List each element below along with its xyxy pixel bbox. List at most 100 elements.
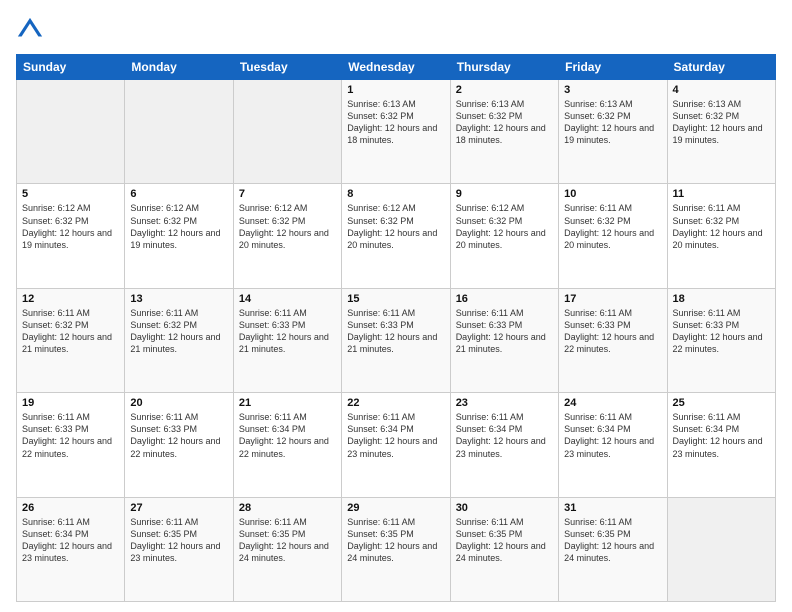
- cell-content: Sunrise: 6:11 AM Sunset: 6:33 PM Dayligh…: [22, 411, 119, 460]
- cell-content: Sunrise: 6:11 AM Sunset: 6:33 PM Dayligh…: [130, 411, 227, 460]
- calendar-cell: 14 Sunrise: 6:11 AM Sunset: 6:33 PM Dayli…: [233, 288, 341, 392]
- cell-content: Sunrise: 6:11 AM Sunset: 6:33 PM Dayligh…: [564, 307, 661, 356]
- calendar-day-header: Friday: [559, 55, 667, 80]
- day-number: 29: [347, 502, 444, 514]
- cell-content: Sunrise: 6:11 AM Sunset: 6:34 PM Dayligh…: [564, 411, 661, 460]
- calendar-cell: 30 Sunrise: 6:11 AM Sunset: 6:35 PM Dayli…: [450, 497, 558, 601]
- cell-content: Sunrise: 6:11 AM Sunset: 6:33 PM Dayligh…: [673, 307, 770, 356]
- cell-content: Sunrise: 6:11 AM Sunset: 6:35 PM Dayligh…: [130, 516, 227, 565]
- cell-content: Sunrise: 6:11 AM Sunset: 6:34 PM Dayligh…: [456, 411, 553, 460]
- day-number: 10: [564, 188, 661, 200]
- cell-content: Sunrise: 6:11 AM Sunset: 6:34 PM Dayligh…: [673, 411, 770, 460]
- day-number: 7: [239, 188, 336, 200]
- day-number: 21: [239, 397, 336, 409]
- day-number: 26: [22, 502, 119, 514]
- day-number: 12: [22, 293, 119, 305]
- calendar-cell: 8Sunrise: 6:12 AM Sunset: 6:32 PM Daylig…: [342, 184, 450, 288]
- calendar-week-row: 1 Sunrise: 6:13 AM Sunset: 6:32 PM Daylig…: [17, 80, 776, 184]
- cell-content: Sunrise: 6:12 AM Sunset: 6:32 PM Dayligh…: [456, 202, 553, 251]
- calendar-cell: 15Sunrise: 6:11 AM Sunset: 6:33 PM Dayli…: [342, 288, 450, 392]
- cell-content: Sunrise: 6:13 AM Sunset: 6:32 PM Dayligh…: [347, 98, 444, 147]
- day-number: 14: [239, 293, 336, 305]
- calendar-cell: 19 Sunrise: 6:11 AM Sunset: 6:33 PM Dayli…: [17, 393, 125, 497]
- day-number: 16: [456, 293, 553, 305]
- day-number: 17: [564, 293, 661, 305]
- cell-content: Sunrise: 6:11 AM Sunset: 6:35 PM Dayligh…: [564, 516, 661, 565]
- calendar-cell: 26Sunrise: 6:11 AM Sunset: 6:34 PM Dayli…: [17, 497, 125, 601]
- cell-content: Sunrise: 6:11 AM Sunset: 6:33 PM Dayligh…: [239, 307, 336, 356]
- cell-content: Sunrise: 6:11 AM Sunset: 6:33 PM Dayligh…: [456, 307, 553, 356]
- day-number: 4: [673, 84, 770, 96]
- calendar-cell: 28 Sunrise: 6:11 AM Sunset: 6:35 PM Dayli…: [233, 497, 341, 601]
- calendar-table: SundayMondayTuesdayWednesdayThursdayFrid…: [16, 54, 776, 602]
- cell-content: Sunrise: 6:11 AM Sunset: 6:32 PM Dayligh…: [564, 202, 661, 251]
- logo-icon: [16, 16, 44, 44]
- calendar-cell: 22 Sunrise: 6:11 AM Sunset: 6:34 PM Dayli…: [342, 393, 450, 497]
- calendar-cell: [667, 497, 775, 601]
- day-number: 15: [347, 293, 444, 305]
- day-number: 31: [564, 502, 661, 514]
- calendar-day-header: Sunday: [17, 55, 125, 80]
- calendar-cell: 16 Sunrise: 6:11 AM Sunset: 6:33 PM Dayli…: [450, 288, 558, 392]
- cell-content: Sunrise: 6:11 AM Sunset: 6:32 PM Dayligh…: [22, 307, 119, 356]
- logo: [16, 16, 48, 44]
- calendar-cell: 6 Sunrise: 6:12 AM Sunset: 6:32 PM Daylig…: [125, 184, 233, 288]
- day-number: 8: [347, 188, 444, 200]
- day-number: 20: [130, 397, 227, 409]
- calendar-cell: 23Sunrise: 6:11 AM Sunset: 6:34 PM Dayli…: [450, 393, 558, 497]
- day-number: 25: [673, 397, 770, 409]
- calendar-cell: 27 Sunrise: 6:11 AM Sunset: 6:35 PM Dayli…: [125, 497, 233, 601]
- day-number: 6: [130, 188, 227, 200]
- day-number: 9: [456, 188, 553, 200]
- day-number: 27: [130, 502, 227, 514]
- calendar-cell: [17, 80, 125, 184]
- cell-content: Sunrise: 6:11 AM Sunset: 6:35 PM Dayligh…: [239, 516, 336, 565]
- calendar-cell: 21 Sunrise: 6:11 AM Sunset: 6:34 PM Dayli…: [233, 393, 341, 497]
- day-number: 22: [347, 397, 444, 409]
- calendar-cell: 7 Sunrise: 6:12 AM Sunset: 6:32 PM Daylig…: [233, 184, 341, 288]
- cell-content: Sunrise: 6:12 AM Sunset: 6:32 PM Dayligh…: [130, 202, 227, 251]
- page: SundayMondayTuesdayWednesdayThursdayFrid…: [0, 0, 792, 612]
- day-number: 13: [130, 293, 227, 305]
- calendar-day-header: Tuesday: [233, 55, 341, 80]
- day-number: 24: [564, 397, 661, 409]
- day-number: 2: [456, 84, 553, 96]
- calendar-cell: 2 Sunrise: 6:13 AM Sunset: 6:32 PM Daylig…: [450, 80, 558, 184]
- calendar-cell: 4 Sunrise: 6:13 AM Sunset: 6:32 PM Daylig…: [667, 80, 775, 184]
- calendar-cell: 5 Sunrise: 6:12 AM Sunset: 6:32 PM Daylig…: [17, 184, 125, 288]
- day-number: 19: [22, 397, 119, 409]
- cell-content: Sunrise: 6:13 AM Sunset: 6:32 PM Dayligh…: [564, 98, 661, 147]
- calendar-week-row: 19 Sunrise: 6:11 AM Sunset: 6:33 PM Dayli…: [17, 393, 776, 497]
- day-number: 5: [22, 188, 119, 200]
- calendar-day-header: Monday: [125, 55, 233, 80]
- cell-content: Sunrise: 6:13 AM Sunset: 6:32 PM Dayligh…: [673, 98, 770, 147]
- day-number: 18: [673, 293, 770, 305]
- calendar-cell: 11Sunrise: 6:11 AM Sunset: 6:32 PM Dayli…: [667, 184, 775, 288]
- cell-content: Sunrise: 6:12 AM Sunset: 6:32 PM Dayligh…: [22, 202, 119, 251]
- day-number: 1: [347, 84, 444, 96]
- cell-content: Sunrise: 6:11 AM Sunset: 6:35 PM Dayligh…: [347, 516, 444, 565]
- cell-content: Sunrise: 6:12 AM Sunset: 6:32 PM Dayligh…: [239, 202, 336, 251]
- cell-content: Sunrise: 6:11 AM Sunset: 6:34 PM Dayligh…: [347, 411, 444, 460]
- day-number: 28: [239, 502, 336, 514]
- day-number: 30: [456, 502, 553, 514]
- calendar-cell: 24 Sunrise: 6:11 AM Sunset: 6:34 PM Dayli…: [559, 393, 667, 497]
- day-number: 11: [673, 188, 770, 200]
- calendar-cell: 18 Sunrise: 6:11 AM Sunset: 6:33 PM Dayli…: [667, 288, 775, 392]
- calendar-cell: 12 Sunrise: 6:11 AM Sunset: 6:32 PM Dayli…: [17, 288, 125, 392]
- calendar-cell: 31 Sunrise: 6:11 AM Sunset: 6:35 PM Dayli…: [559, 497, 667, 601]
- calendar-cell: 17 Sunrise: 6:11 AM Sunset: 6:33 PM Dayli…: [559, 288, 667, 392]
- calendar-cell: 10 Sunrise: 6:11 AM Sunset: 6:32 PM Dayli…: [559, 184, 667, 288]
- calendar-day-header: Wednesday: [342, 55, 450, 80]
- calendar-cell: 20 Sunrise: 6:11 AM Sunset: 6:33 PM Dayli…: [125, 393, 233, 497]
- calendar-day-header: Thursday: [450, 55, 558, 80]
- cell-content: Sunrise: 6:13 AM Sunset: 6:32 PM Dayligh…: [456, 98, 553, 147]
- calendar-cell: 25 Sunrise: 6:11 AM Sunset: 6:34 PM Dayli…: [667, 393, 775, 497]
- cell-content: Sunrise: 6:11 AM Sunset: 6:34 PM Dayligh…: [239, 411, 336, 460]
- calendar-week-row: 26Sunrise: 6:11 AM Sunset: 6:34 PM Dayli…: [17, 497, 776, 601]
- day-number: 3: [564, 84, 661, 96]
- cell-content: Sunrise: 6:11 AM Sunset: 6:32 PM Dayligh…: [130, 307, 227, 356]
- cell-content: Sunrise: 6:11 AM Sunset: 6:35 PM Dayligh…: [456, 516, 553, 565]
- calendar-header-row: SundayMondayTuesdayWednesdayThursdayFrid…: [17, 55, 776, 80]
- calendar-cell: [233, 80, 341, 184]
